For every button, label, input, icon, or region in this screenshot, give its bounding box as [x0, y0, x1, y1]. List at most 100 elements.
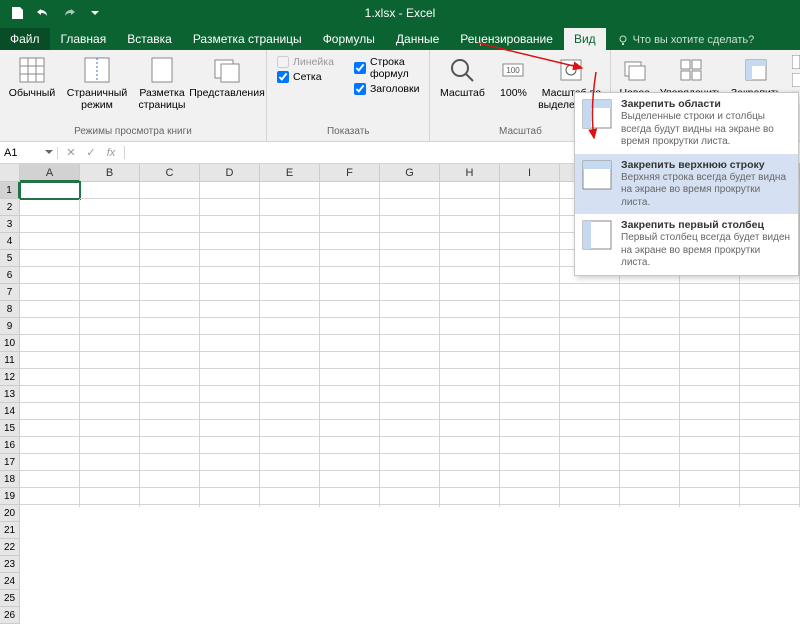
- cell[interactable]: [260, 488, 320, 505]
- cell[interactable]: [440, 284, 500, 301]
- tab-insert[interactable]: Вставка: [117, 28, 182, 50]
- row-header[interactable]: 23: [0, 556, 20, 573]
- cell[interactable]: [500, 488, 560, 505]
- cell[interactable]: [200, 352, 260, 369]
- cell[interactable]: [140, 318, 200, 335]
- zoom-button[interactable]: Масштаб: [434, 52, 490, 102]
- cell[interactable]: [200, 403, 260, 420]
- zoom-100-button[interactable]: 100 100%: [492, 52, 534, 102]
- row-header[interactable]: 16: [0, 437, 20, 454]
- cell[interactable]: [260, 420, 320, 437]
- cell[interactable]: [680, 318, 740, 335]
- cell[interactable]: [260, 182, 320, 199]
- cell[interactable]: [680, 403, 740, 420]
- cell[interactable]: [620, 284, 680, 301]
- cell[interactable]: [80, 437, 140, 454]
- headings-checkbox[interactable]: Заголовки: [354, 83, 420, 95]
- cell[interactable]: [440, 437, 500, 454]
- cell[interactable]: [440, 199, 500, 216]
- cell[interactable]: [200, 369, 260, 386]
- cell[interactable]: [20, 420, 80, 437]
- cell[interactable]: [380, 318, 440, 335]
- cell[interactable]: [260, 284, 320, 301]
- cell[interactable]: [200, 454, 260, 471]
- cell[interactable]: [560, 403, 620, 420]
- cell[interactable]: [20, 301, 80, 318]
- cell[interactable]: [740, 284, 800, 301]
- cell[interactable]: [380, 403, 440, 420]
- cell[interactable]: [260, 233, 320, 250]
- row-header[interactable]: 21: [0, 522, 20, 539]
- fx-button[interactable]: fx: [102, 147, 120, 159]
- row-header[interactable]: 8: [0, 301, 20, 318]
- cell[interactable]: [200, 267, 260, 284]
- cell[interactable]: [620, 488, 680, 505]
- cell[interactable]: [440, 471, 500, 488]
- cell[interactable]: [140, 216, 200, 233]
- column-header[interactable]: H: [440, 164, 500, 182]
- row-header[interactable]: 25: [0, 590, 20, 607]
- cell[interactable]: [140, 454, 200, 471]
- cell[interactable]: [20, 199, 80, 216]
- cell[interactable]: [200, 199, 260, 216]
- cell[interactable]: [200, 335, 260, 352]
- column-header[interactable]: E: [260, 164, 320, 182]
- cell[interactable]: [740, 454, 800, 471]
- cell[interactable]: [440, 369, 500, 386]
- cell[interactable]: [260, 471, 320, 488]
- cell[interactable]: [320, 488, 380, 505]
- cell[interactable]: [500, 284, 560, 301]
- cell[interactable]: [500, 318, 560, 335]
- cell[interactable]: [440, 233, 500, 250]
- page-break-view-button[interactable]: Страничный режим: [62, 52, 132, 113]
- cell[interactable]: [680, 301, 740, 318]
- cell[interactable]: [320, 335, 380, 352]
- cell[interactable]: [440, 250, 500, 267]
- cell[interactable]: [140, 267, 200, 284]
- cell[interactable]: [560, 386, 620, 403]
- qat-customize-button[interactable]: [84, 2, 106, 24]
- cell[interactable]: [440, 420, 500, 437]
- cell[interactable]: [140, 437, 200, 454]
- cell[interactable]: [620, 369, 680, 386]
- cell[interactable]: [620, 437, 680, 454]
- cell[interactable]: [260, 369, 320, 386]
- cell[interactable]: [260, 403, 320, 420]
- cell[interactable]: [80, 352, 140, 369]
- cell[interactable]: [680, 352, 740, 369]
- cell[interactable]: [260, 454, 320, 471]
- cell[interactable]: [320, 182, 380, 199]
- cell[interactable]: [680, 386, 740, 403]
- cell[interactable]: [560, 318, 620, 335]
- cell[interactable]: [320, 386, 380, 403]
- column-header[interactable]: C: [140, 164, 200, 182]
- cell[interactable]: [80, 471, 140, 488]
- row-header[interactable]: 11: [0, 352, 20, 369]
- cell[interactable]: [140, 233, 200, 250]
- row-header[interactable]: 1: [0, 182, 20, 199]
- cell[interactable]: [740, 335, 800, 352]
- cell[interactable]: [380, 284, 440, 301]
- cell[interactable]: [380, 199, 440, 216]
- cell[interactable]: [560, 454, 620, 471]
- cell[interactable]: [740, 301, 800, 318]
- cell[interactable]: [500, 471, 560, 488]
- cell[interactable]: [500, 199, 560, 216]
- cell[interactable]: [80, 454, 140, 471]
- freeze-top-row-option[interactable]: Закрепить верхнюю строкуВерхняя строка в…: [575, 154, 798, 215]
- cell[interactable]: [20, 318, 80, 335]
- cell[interactable]: [80, 216, 140, 233]
- cell[interactable]: [740, 352, 800, 369]
- column-header[interactable]: A: [20, 164, 80, 182]
- cell[interactable]: [380, 216, 440, 233]
- cell[interactable]: [440, 403, 500, 420]
- column-header[interactable]: I: [500, 164, 560, 182]
- cell[interactable]: [380, 454, 440, 471]
- cell[interactable]: [620, 301, 680, 318]
- tab-view[interactable]: Вид: [564, 28, 606, 50]
- cell[interactable]: [260, 386, 320, 403]
- cell[interactable]: [20, 454, 80, 471]
- tab-file[interactable]: Файл: [0, 28, 50, 50]
- tab-home[interactable]: Главная: [51, 28, 117, 50]
- cell[interactable]: [740, 369, 800, 386]
